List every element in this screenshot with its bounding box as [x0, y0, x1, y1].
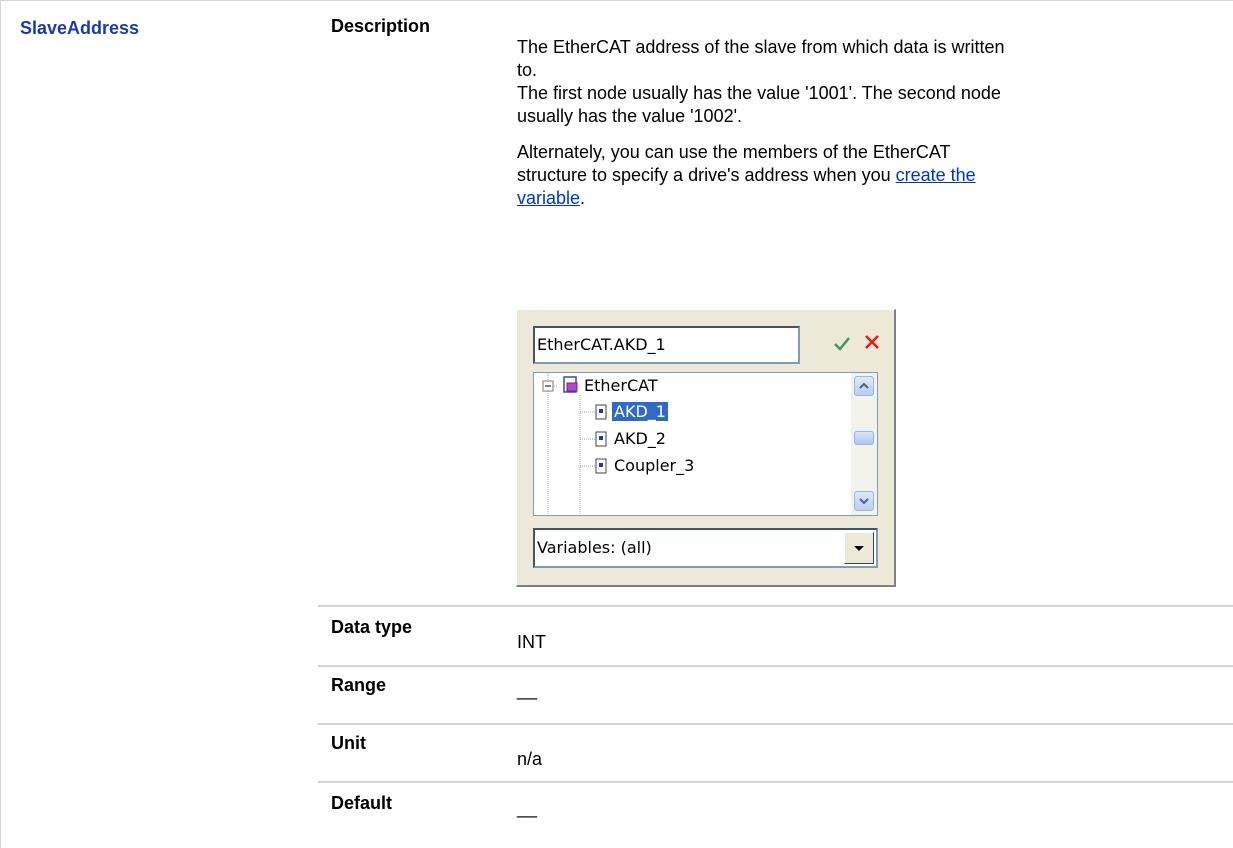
scroll-down-button[interactable]: [854, 491, 874, 511]
tree-item-root[interactable]: EtherCAT: [584, 373, 658, 399]
default-value: __: [517, 798, 538, 818]
tree-item-akd-1[interactable]: AKD_1: [612, 399, 668, 425]
range-value: __: [517, 680, 538, 700]
variable-filter-select[interactable]: Variables: (all): [533, 528, 878, 568]
dropdown-button[interactable]: [844, 532, 874, 564]
scroll-up-button[interactable]: [854, 376, 874, 396]
filter-value: Variables: (all): [537, 538, 652, 557]
tree-scrollbar[interactable]: [851, 373, 877, 515]
description-label: Description: [331, 16, 431, 36]
parameter-name: SlaveAddress: [20, 18, 140, 38]
unit-label: Unit: [331, 733, 366, 753]
desc-line: The EtherCAT address of the slave from w…: [517, 37, 1005, 57]
row-divider: [318, 605, 1233, 607]
tree-lines: [542, 373, 607, 515]
desc-line: to.: [517, 60, 538, 80]
chevron-up-icon: [859, 382, 869, 389]
row-divider: [318, 665, 1233, 667]
tree-item-coupler-3[interactable]: Coupler_3: [614, 453, 694, 479]
table-left-border: [0, 0, 1, 848]
table-top-border: [0, 0, 1233, 1]
unit-value: n/a: [517, 749, 543, 769]
variable-tree[interactable]: EtherCAT AKD_1 AKD_2 Coupler_3: [533, 372, 878, 516]
description-text: The EtherCAT address of the slave from w…: [517, 37, 1005, 208]
desc-line: usually has the value '1002'.: [517, 106, 743, 126]
data-type-value: INT: [517, 632, 546, 652]
variable-selector-dialog: EtherCAT.AKD_1 EtherCAT AKD_1 AKD_2 Coup…: [516, 309, 896, 587]
data-type-label: Data type: [331, 617, 413, 637]
desc-line: The first node usually has the value '10…: [517, 83, 1001, 103]
tree-item-akd-2[interactable]: AKD_2: [614, 426, 666, 452]
checkmark-icon[interactable]: [831, 332, 853, 354]
variable-name-input[interactable]: EtherCAT.AKD_1: [533, 326, 800, 364]
desc-line: Alternately, you can use the members of …: [517, 142, 951, 162]
row-divider: [318, 723, 1233, 725]
node-icons: [595, 404, 607, 474]
desc-line: structure to specify a drive's address w…: [517, 165, 896, 185]
default-label: Default: [331, 793, 393, 813]
dropdown-arrow-icon: [854, 546, 864, 551]
x-icon[interactable]: [862, 332, 882, 352]
chevron-down-icon: [859, 498, 869, 505]
row-divider: [318, 781, 1233, 783]
scroll-thumb[interactable]: [854, 431, 874, 445]
range-label: Range: [331, 675, 387, 695]
